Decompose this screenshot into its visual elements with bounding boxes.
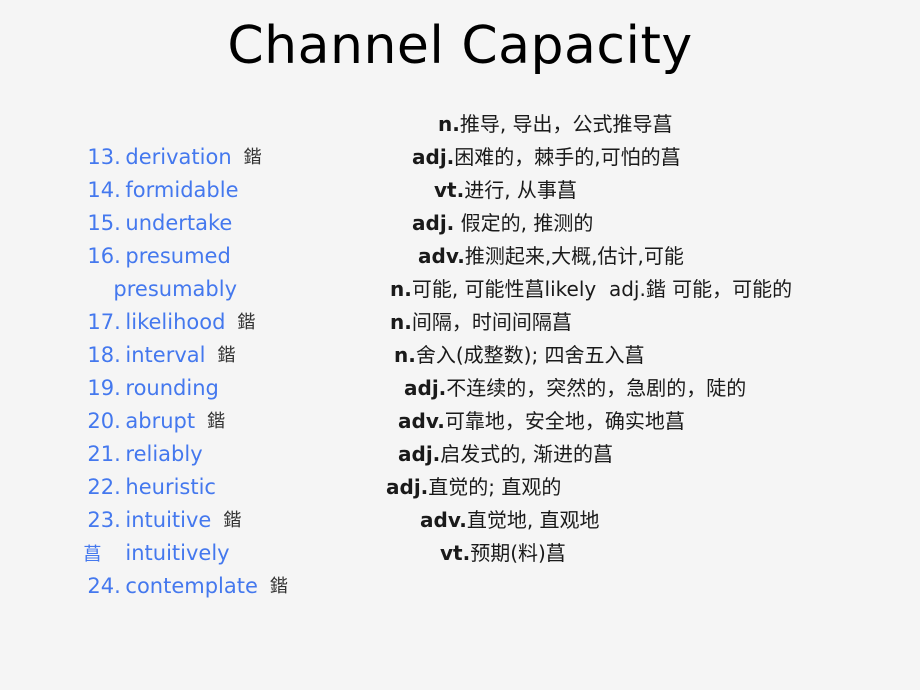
term-cell[interactable]: 22. heuristic (34, 438, 228, 499)
part-of-speech: adj. (386, 475, 429, 499)
list-item: 菖 intuitively adv.直觉地, 直观地 (0, 504, 920, 565)
definition-cell: n.推导, 导出，公式推导菖 (438, 112, 673, 136)
definition-cell: adj.困难的，棘手的,可怕的菖 (412, 145, 681, 169)
term-cell[interactable]: presumably (60, 240, 249, 301)
term-word: contemplate (125, 574, 258, 598)
list-item: 21. reliably adv.可靠地，安全地，确实地菖 (0, 405, 920, 466)
part-of-speech: adj. (398, 442, 441, 466)
part-of-speech: n. (390, 310, 412, 334)
term-number: 24. (87, 574, 121, 598)
term-cell[interactable]: 17. likelihood 鍇 (34, 273, 255, 334)
term-cell[interactable]: 23. intuitive 鍇 (34, 471, 241, 532)
part-of-speech: adj. (412, 211, 455, 235)
part-of-speech: adv. (398, 409, 445, 433)
definition-cell: adj.直觉的; 直观的 (386, 475, 562, 499)
page-title: Channel Capacity (227, 16, 693, 76)
part-of-speech: adj. (412, 145, 455, 169)
term-mark-glyph: 鍇 (269, 576, 288, 597)
definition-cell: n.可能, 可能性菖likely adj.鍇 可能，可能的 (390, 277, 793, 301)
list-item: 17. likelihood 鍇 n.可能, 可能性菖likely adj.鍇 可能… (0, 273, 920, 334)
definition-cell: adv.可靠地，安全地，确实地菖 (398, 409, 685, 433)
list-item: 19. rounding n.舍入(成整数); 四舍五入菖 (0, 339, 920, 400)
vocabulary-list: 13. derivation 鍇 n.推导, 导出，公式推导菖 14. formida… (0, 108, 920, 598)
definition-cell: adv.推测起来,大概,估计,可能 (418, 244, 684, 268)
definition-cell: adv.直觉地, 直观地 (420, 508, 600, 532)
term-cell[interactable]: 24. contemplate 鍇 (34, 537, 288, 598)
term-cell[interactable]: 21. reliably (34, 405, 215, 466)
list-item: presumably adv.推测起来,大概,估计,可能 (0, 240, 920, 301)
definition-cell: adj.不连续的，突然的，急剧的，陡的 (404, 376, 747, 400)
term-cell[interactable]: 18. interval 鍇 (34, 306, 235, 367)
term-cell[interactable]: 19. rounding (34, 339, 231, 400)
definition-cell: n.舍入(成整数); 四舍五入菖 (394, 343, 645, 367)
part-of-speech: n. (394, 343, 416, 367)
list-item: 16. presumed adj. 假定的, 推测的 (0, 207, 920, 268)
part-of-speech: adj. (404, 376, 447, 400)
part-of-speech: n. (390, 277, 412, 301)
part-of-speech: n. (438, 112, 460, 136)
list-item: 22. heuristic adj.启发式的, 渐进的菖 (0, 438, 920, 499)
list-item: 14. formidable adj.困难的，棘手的,可怕的菖 (0, 141, 920, 202)
slide-canvas: Channel Capacity 13. derivation 鍇 n.推导, 导出… (0, 0, 920, 690)
part-of-speech: vt. (434, 178, 465, 202)
list-item: 20. abrupt 鍇 adj.不连续的，突然的，急剧的，陡的 (0, 372, 920, 433)
term-cell[interactable]: 15. undertake (34, 174, 244, 235)
definition-cell: n.间隔，时间间隔菖 (390, 310, 572, 334)
definition-cell: adj. 假定的, 推测的 (412, 211, 594, 235)
term-cell[interactable]: 13. derivation 鍇 (34, 108, 261, 169)
part-of-speech: vt. (440, 541, 471, 565)
list-item: 23. intuitive 鍇 adj.直觉的; 直观的 (0, 471, 920, 532)
term-cell[interactable]: 20. abrupt 鍇 (34, 372, 225, 433)
definition-cell: vt.预期(料)菖 (440, 541, 566, 565)
term-cell[interactable]: 菖 intuitively (30, 504, 242, 565)
term-cell[interactable]: 14. formidable (34, 141, 251, 202)
part-of-speech: adv. (418, 244, 465, 268)
definition-cell: adj.启发式的, 渐进的菖 (398, 442, 613, 466)
definition-cell: vt.进行, 从事菖 (434, 178, 577, 202)
list-item: 13. derivation 鍇 n.推导, 导出，公式推导菖 (0, 108, 920, 169)
term-cell[interactable]: 16. presumed (34, 207, 243, 268)
list-item: 18. interval 鍇 n.间隔，时间间隔菖 (0, 306, 920, 367)
list-item: 15. undertake vt.进行, 从事菖 (0, 174, 920, 235)
list-item: 24. contemplate 鍇 vt.预期(料)菖 (0, 537, 920, 598)
part-of-speech: adv. (420, 508, 467, 532)
